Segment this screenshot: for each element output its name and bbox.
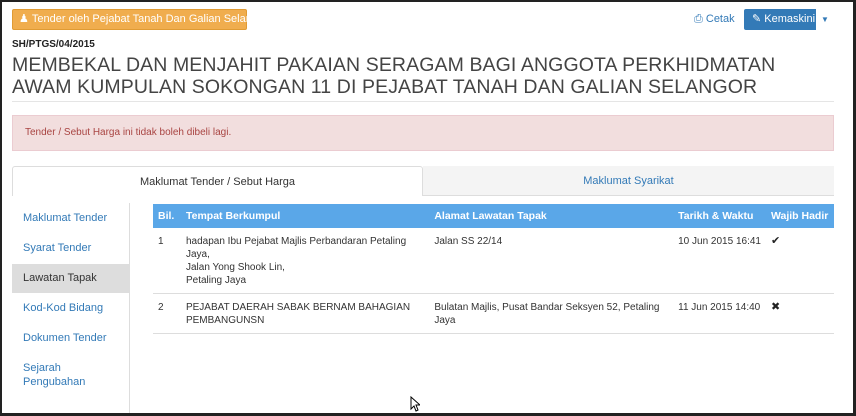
page-title: MEMBEKAL DAN MENJAHIT PAKAIAN SERAGAM BA… — [12, 54, 776, 98]
check-icon: ✔ — [770, 235, 781, 247]
mandatory-cell: ✖ — [765, 293, 834, 334]
site-visit-table: Bil. Tempat Berkumpul Alamat Lawatan Tap… — [153, 204, 834, 334]
sidebar-item-field-codes[interactable]: Kod-Kod Bidang — [12, 301, 130, 315]
back-to-agency-button[interactable]: ♟ Tender oleh Pejabat Tanah Dan Galian Se… — [12, 9, 268, 30]
meeting-place: PEJABAT DAERAH SABAK BERNAM BAHAGIAN PEM… — [180, 293, 430, 334]
site-address: Bulatan Majlis, Pusat Bandar Seksyen 52,… — [429, 293, 674, 334]
table-row: 1 hadapan Ibu Pejabat Majlis Perbandaran… — [153, 228, 834, 294]
sidebar-item-documents[interactable]: Dokumen Tender — [12, 331, 130, 345]
sidebar-item-site-visit[interactable]: Lawatan Tapak — [12, 264, 130, 293]
tab-bar: Maklumat Tender / Sebut Harga Maklumat S… — [12, 166, 834, 196]
users-icon: ♟ — [19, 13, 29, 25]
meeting-place: hadapan Ibu Pejabat Majlis Perbandaran P… — [180, 228, 430, 294]
edit-label: Kemaskini — [764, 13, 816, 25]
meeting-place-line: PEJABAT DAERAH SABAK BERNAM BAHAGIAN — [185, 302, 411, 313]
table-row: 2 PEJABAT DAERAH SABAK BERNAM BAHAGIAN P… — [153, 293, 834, 334]
tender-reference: SH/PTGS/04/2015 — [12, 39, 95, 50]
edit-dropdown-toggle[interactable]: ▼ — [816, 9, 834, 30]
edit-button[interactable]: ✎ Kemaskini — [744, 9, 816, 30]
back-to-agency-label: Tender oleh Pejabat Tanah Dan Galian Sel… — [31, 13, 268, 25]
column-header-datetime: Tarikh & Waktu — [673, 204, 766, 228]
sidebar-item-conditions[interactable]: Syarat Tender — [12, 241, 130, 255]
meeting-place-line: PEMBANGUNSN — [185, 315, 265, 326]
row-number: 2 — [153, 293, 181, 334]
tab-tender-info[interactable]: Maklumat Tender / Sebut Harga — [12, 166, 423, 196]
row-number: 1 — [153, 228, 181, 294]
meeting-place-line: Jalan Yong Shook Lin, — [185, 262, 285, 273]
mandatory-cell: ✔ — [765, 228, 834, 294]
caret-down-icon: ▼ — [821, 15, 829, 24]
column-header-meeting-place: Tempat Berkumpul — [180, 204, 430, 228]
print-icon: ⎙ — [694, 13, 703, 25]
times-icon: ✖ — [770, 301, 781, 313]
print-label: Cetak — [705, 13, 735, 25]
tab-company-info[interactable]: Maklumat Syarikat — [423, 166, 834, 196]
sidebar: Maklumat Tender Syarat Tender Lawatan Ta… — [12, 203, 130, 413]
visit-datetime: 10 Jun 2015 16:41 — [673, 228, 766, 294]
site-address: Jalan SS 22/14 — [429, 228, 674, 294]
column-header-no: Bil. — [153, 204, 181, 228]
column-header-mandatory: Wajib Hadir — [765, 204, 834, 228]
table-header-row: Bil. Tempat Berkumpul Alamat Lawatan Tap… — [153, 204, 834, 228]
visit-datetime: 11 Jun 2015 14:40 — [673, 293, 766, 334]
sidebar-item-history[interactable]: Sejarah Pengubahan — [12, 361, 102, 389]
print-button[interactable]: ⎙ Cetak — [694, 13, 735, 26]
edit-icon: ✎ — [752, 13, 762, 25]
mouse-cursor-icon — [410, 396, 420, 412]
meeting-place-line: hadapan Ibu Pejabat Majlis Perbandaran P… — [185, 236, 407, 260]
sidebar-item-tender-info[interactable]: Maklumat Tender — [12, 211, 130, 225]
alert-message: Tender / Sebut Harga ini tidak boleh dib… — [12, 115, 834, 151]
column-header-site-address: Alamat Lawatan Tapak — [429, 204, 674, 228]
meeting-place-line: Petaling Jaya — [185, 275, 247, 286]
title-divider — [12, 101, 834, 102]
